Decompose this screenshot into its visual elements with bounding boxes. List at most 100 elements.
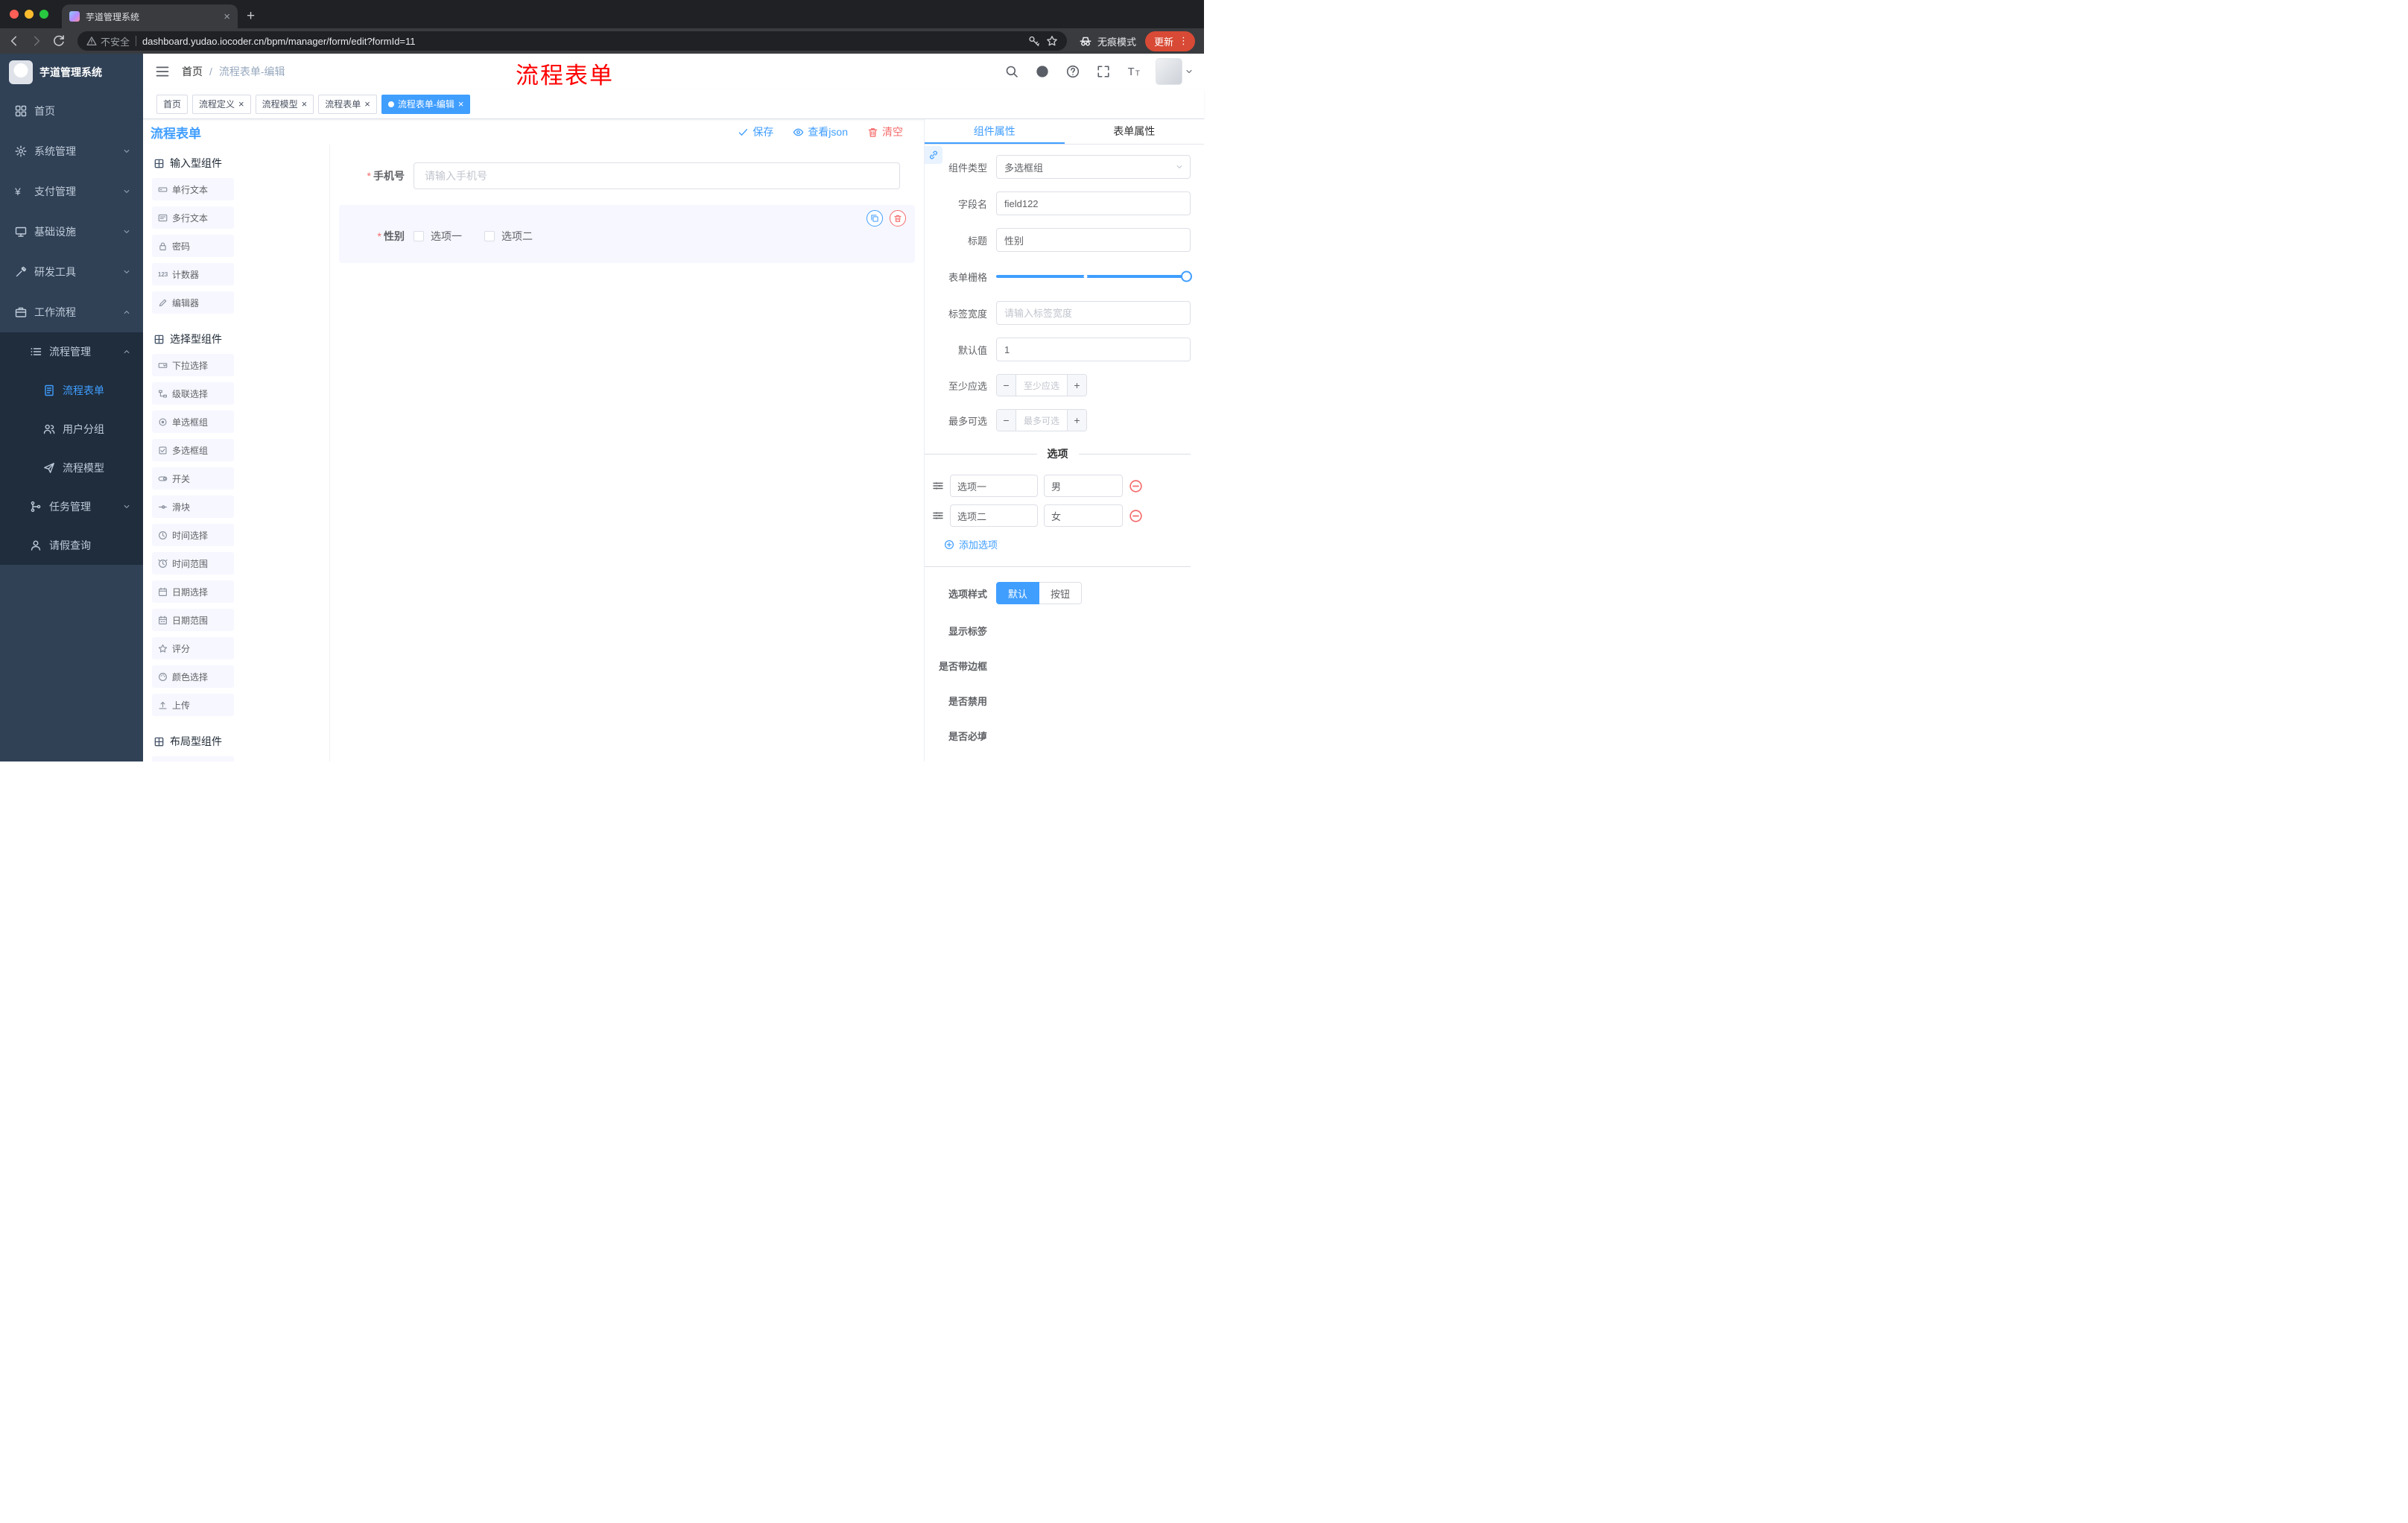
user-menu[interactable]	[1156, 58, 1194, 85]
view-json-button[interactable]: 查看json	[793, 124, 848, 139]
avatar[interactable]	[1156, 58, 1182, 85]
palette-item-date-range[interactable]: 日期范围	[152, 609, 234, 631]
minus-circle-icon[interactable]	[1129, 479, 1143, 493]
decrease-button[interactable]: −	[997, 375, 1016, 396]
tag-process-form[interactable]: 流程表单 ×	[318, 94, 377, 114]
copy-widget-button[interactable]	[866, 210, 883, 227]
palette-item-password[interactable]: 密码	[152, 235, 234, 257]
close-icon[interactable]: ×	[302, 99, 308, 109]
traffic-light-close[interactable]	[10, 10, 19, 19]
component-type-select[interactable]	[996, 155, 1191, 179]
option-label-input[interactable]	[950, 504, 1038, 527]
style-button-button[interactable]: 按钮	[1039, 582, 1083, 604]
breadcrumb-home[interactable]: 首页	[182, 64, 203, 79]
checkbox-icon[interactable]	[484, 231, 495, 241]
default-value-input[interactable]	[996, 338, 1191, 361]
security-chip[interactable]: 不安全	[86, 34, 130, 48]
traffic-light-minimize[interactable]	[25, 10, 34, 19]
label-width-input[interactable]	[996, 301, 1191, 325]
sidebar-item-payment-management[interactable]: ¥ 支付管理	[0, 171, 143, 212]
palette-item-checkbox-group[interactable]: 多选框组	[152, 439, 234, 461]
palette-item-date-picker[interactable]: 日期选择	[152, 580, 234, 603]
add-option-button[interactable]: 添加选项	[944, 537, 1191, 551]
tab-component-props[interactable]: 组件属性	[925, 119, 1065, 144]
palette-item-cascader[interactable]: 级联选择	[152, 382, 234, 405]
close-icon[interactable]: ×	[458, 99, 464, 109]
address-bar[interactable]: 不安全 dashboard.yudao.iocoder.cn/bpm/manag…	[77, 31, 1067, 51]
phone-input[interactable]	[414, 162, 900, 189]
palette-item-row-container[interactable]: 行容器	[152, 756, 234, 762]
palette-item-radio-group[interactable]: 单选框组	[152, 411, 234, 433]
save-button[interactable]: 保存	[738, 124, 773, 139]
grid-slider[interactable]	[996, 265, 1192, 288]
drag-icon[interactable]	[932, 510, 944, 522]
reload-icon[interactable]	[52, 34, 66, 48]
slider-handle[interactable]	[1181, 270, 1192, 282]
sidebar-item-task-management[interactable]: 任务管理	[0, 487, 143, 526]
palette-item-time-picker[interactable]: 时间选择	[152, 524, 234, 546]
traffic-light-zoom[interactable]	[39, 10, 48, 19]
tag-process-form-edit[interactable]: 流程表单-编辑 ×	[381, 94, 471, 114]
minus-circle-icon[interactable]	[1129, 509, 1143, 523]
kebab-menu-icon[interactable]: ⋮	[1179, 35, 1188, 47]
sidebar-item-process-form[interactable]: 流程表单	[0, 371, 143, 410]
forward-icon[interactable]	[30, 34, 43, 48]
hamburger-icon[interactable]	[155, 64, 170, 79]
option-value-input[interactable]	[1044, 475, 1123, 497]
widget-phone[interactable]: * 手机号	[339, 153, 915, 198]
palette-item-rate[interactable]: 评分	[152, 637, 234, 659]
palette-item-slider[interactable]: 滑块	[152, 495, 234, 518]
drag-icon[interactable]	[932, 480, 944, 492]
title-input[interactable]	[996, 228, 1191, 252]
clear-button[interactable]: 清空	[867, 124, 903, 139]
sidebar-item-home[interactable]: 首页	[0, 91, 143, 131]
tab-form-props[interactable]: 表单属性	[1065, 119, 1205, 144]
search-icon[interactable]	[1005, 65, 1018, 78]
increase-button[interactable]: +	[1067, 410, 1086, 431]
browser-update-button[interactable]: 更新 ⋮	[1144, 31, 1195, 51]
tag-process-definition[interactable]: 流程定义 ×	[192, 94, 251, 114]
key-icon[interactable]	[1028, 35, 1040, 47]
palette-item-editor[interactable]: 编辑器	[152, 291, 234, 314]
sidebar-item-dev-tools[interactable]: 研发工具	[0, 252, 143, 292]
form-canvas[interactable]: *手机号 *性别 选项一	[330, 145, 924, 762]
tag-home[interactable]: 首页	[156, 94, 188, 114]
palette-item-time-range[interactable]: 时间范围	[152, 552, 234, 574]
gender-option-1[interactable]: 选项一	[414, 229, 462, 244]
tag-process-model[interactable]: 流程模型 ×	[255, 94, 314, 114]
widget-gender[interactable]: * 性别 选项一 选项二	[339, 205, 915, 263]
sidebar-item-process-model[interactable]: 流程模型	[0, 449, 143, 487]
gender-option-2[interactable]: 选项二	[484, 229, 533, 244]
github-icon[interactable]	[1036, 65, 1049, 78]
palette-item-switch[interactable]: 开关	[152, 467, 234, 490]
style-default-button[interactable]: 默认	[996, 582, 1040, 604]
checkbox-icon[interactable]	[414, 231, 424, 241]
question-icon[interactable]	[1066, 65, 1080, 78]
delete-widget-button[interactable]	[890, 210, 906, 227]
palette-item-multi-line-text[interactable]: 多行文本	[152, 206, 234, 229]
palette-item-select[interactable]: 下拉选择	[152, 354, 234, 376]
close-icon[interactable]: ×	[238, 99, 244, 109]
sidebar-item-workflow[interactable]: 工作流程	[0, 292, 143, 332]
fontsize-icon[interactable]: TT	[1127, 65, 1141, 78]
sidebar-item-system-management[interactable]: 系统管理	[0, 131, 143, 171]
palette-item-single-line-text[interactable]: 单行文本	[152, 178, 234, 200]
fullscreen-icon[interactable]	[1097, 65, 1110, 78]
browser-tab[interactable]: 芋道管理系统 ×	[62, 4, 238, 28]
sidebar-item-user-group[interactable]: 用户分组	[0, 410, 143, 449]
increase-button[interactable]: +	[1067, 375, 1086, 396]
close-icon[interactable]: ×	[364, 99, 370, 109]
palette-item-upload[interactable]: 上传	[152, 694, 234, 716]
new-tab-button[interactable]: +	[247, 9, 255, 23]
bookmark-star-icon[interactable]	[1046, 35, 1058, 47]
close-icon[interactable]: ×	[224, 11, 230, 22]
field-name-input[interactable]	[996, 191, 1191, 215]
option-label-input[interactable]	[950, 475, 1038, 497]
sidebar-item-leave-query[interactable]: 请假查询	[0, 526, 143, 565]
palette-item-color-picker[interactable]: 颜色选择	[152, 665, 234, 688]
decrease-button[interactable]: −	[997, 410, 1016, 431]
option-value-input[interactable]	[1044, 504, 1123, 527]
back-icon[interactable]	[7, 34, 21, 48]
palette-item-counter[interactable]: 123 计数器	[152, 263, 234, 285]
sidebar-item-process-management[interactable]: 流程管理	[0, 332, 143, 371]
